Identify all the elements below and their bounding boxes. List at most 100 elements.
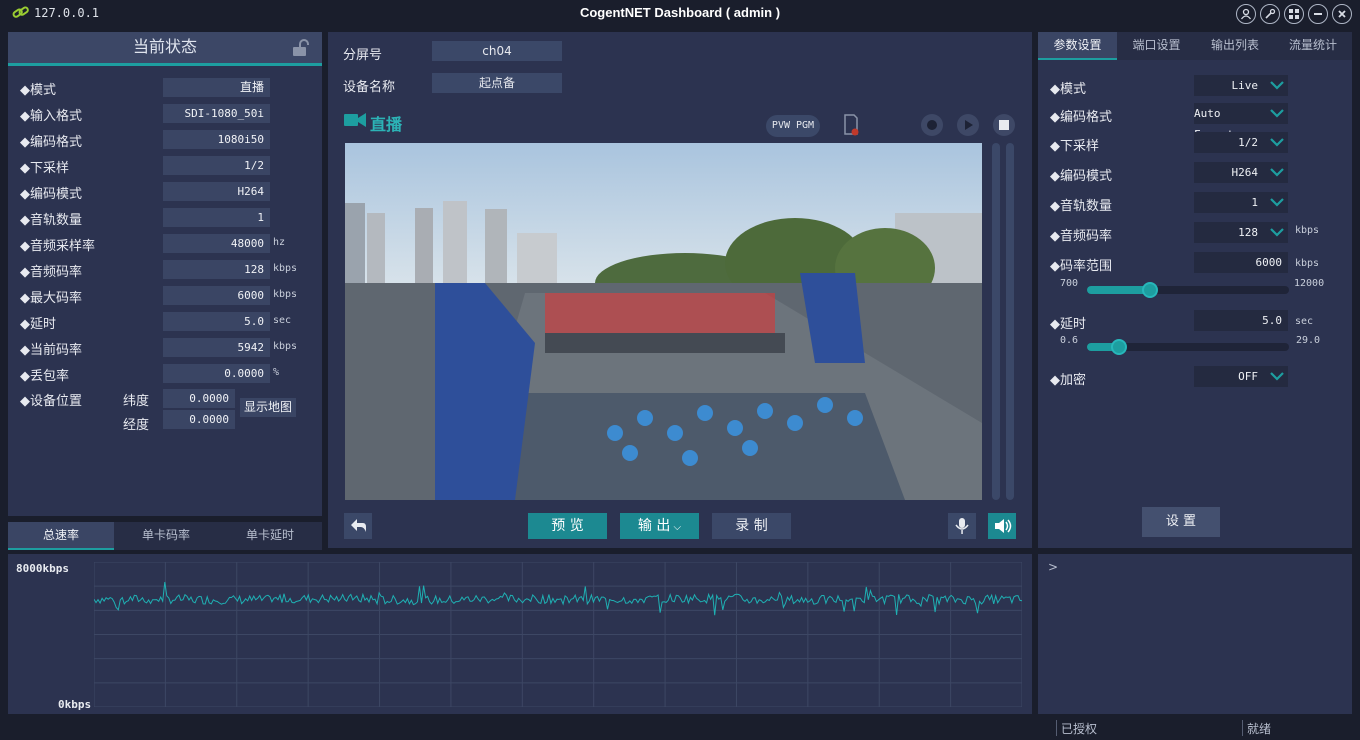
setting-select[interactable]: H264 <box>1194 162 1288 183</box>
setting-unit: kbps <box>1295 225 1320 236</box>
status-label: ◆音频码率 <box>20 265 82 280</box>
pgm-label: PGM <box>796 120 815 131</box>
output-button[interactable]: 输 出 ⌵ <box>620 513 699 539</box>
delay-input[interactable]: 5.0 <box>1194 310 1288 331</box>
status-label: ◆编码模式 <box>20 187 82 202</box>
preview-button[interactable]: 预 览 <box>528 513 607 539</box>
chevron-down-icon <box>1270 109 1284 118</box>
device-name-value: 起点备 <box>432 73 562 93</box>
show-map-button[interactable]: 显示地图 <box>240 398 296 417</box>
unlock-icon[interactable] <box>290 38 310 58</box>
chart-y-max-label: 8000kbps <box>16 562 69 575</box>
tab-ports[interactable]: 端口设置 <box>1117 32 1196 60</box>
setting-value: Live <box>1231 79 1259 92</box>
setting-label: ◆编码格式 <box>1050 110 1112 125</box>
grid-icon[interactable] <box>1284 4 1304 24</box>
latitude-label: 纬度 <box>123 394 150 409</box>
status-value: 5.0 <box>163 312 270 331</box>
setting-select[interactable]: Auto Format <box>1194 103 1288 141</box>
latitude-value: 0.0000 <box>163 389 235 408</box>
status-value: 0.0000 <box>163 364 270 383</box>
status-value: 48000 <box>163 234 270 253</box>
status-label: ◆最大码率 <box>20 291 82 306</box>
status-label: ◆音频采样率 <box>20 239 95 254</box>
bitrate-input[interactable]: 6000 <box>1194 252 1288 273</box>
window-title: CogentNET Dashboard ( admin ) <box>579 5 781 20</box>
chevron-down-icon <box>1270 372 1284 381</box>
record-icon[interactable] <box>921 114 943 136</box>
chart-tabs: 总速率 单卡码率 单卡延时 <box>8 522 322 550</box>
setting-select[interactable]: Live <box>1194 75 1288 96</box>
close-icon[interactable] <box>1332 4 1352 24</box>
delay-label: ◆延时 <box>1050 317 1086 332</box>
status-value: 128 <box>163 260 270 279</box>
setting-select[interactable]: 128 <box>1194 222 1288 243</box>
longitude-value: 0.0000 <box>163 410 235 429</box>
bitrate-slider-handle[interactable] <box>1141 282 1158 298</box>
status-unit: kbps <box>273 263 298 274</box>
delay-unit: sec <box>1295 316 1314 327</box>
setting-select[interactable]: 1/2 <box>1194 132 1288 153</box>
sd-card-icon[interactable] <box>842 114 860 136</box>
tab-card-delay[interactable]: 单卡延时 <box>218 522 322 550</box>
status-unit: % <box>273 367 280 378</box>
setting-value: H264 <box>1231 166 1259 179</box>
video-preview[interactable] <box>345 143 982 500</box>
setting-value: 1/2 <box>1238 136 1258 149</box>
bitrate-range-label: ◆码率范围 <box>1050 259 1112 274</box>
bitrate-chart-panel: 8000kbps 0kbps <box>8 554 1032 714</box>
minimize-icon[interactable] <box>1308 4 1328 24</box>
status-unit: kbps <box>273 289 298 300</box>
longitude-label: 经度 <box>123 418 150 433</box>
apply-settings-button[interactable]: 设 置 <box>1142 507 1220 537</box>
status-label: ◆编码格式 <box>20 135 82 150</box>
chevron-down-icon: ⌵ <box>670 522 682 533</box>
setting-select[interactable]: 1 <box>1194 192 1288 213</box>
delay-slider[interactable] <box>1087 339 1289 355</box>
back-button[interactable] <box>344 513 372 539</box>
setting-label: ◆音轨数量 <box>1050 199 1112 214</box>
record-button[interactable]: 录 制 <box>712 513 791 539</box>
status-title: 当前状态 <box>132 37 197 56</box>
status-label: ◆音轨数量 <box>20 213 82 228</box>
setting-label: ◆编码模式 <box>1050 169 1112 184</box>
bitrate-unit: kbps <box>1295 258 1320 269</box>
status-value: SDI-1080_50i <box>163 104 270 123</box>
license-status: 已授权 <box>1056 720 1097 736</box>
speaker-icon[interactable] <box>988 513 1016 539</box>
location-label: ◆设备位置 <box>20 394 82 409</box>
play-icon[interactable] <box>957 114 979 136</box>
tab-output-list[interactable]: 输出列表 <box>1196 32 1274 60</box>
bitrate-min: 700 <box>1060 278 1079 289</box>
microphone-icon[interactable] <box>948 513 976 539</box>
log-prompt: > <box>1048 560 1059 574</box>
pvw-pgm-toggle[interactable]: PVW PGM <box>766 115 820 137</box>
status-label: ◆输入格式 <box>20 109 82 124</box>
live-label: 直播 <box>370 115 403 134</box>
encrypt-value: OFF <box>1238 370 1258 383</box>
stop-icon[interactable] <box>993 114 1015 136</box>
title-bar: 127.0.0.1 CogentNET Dashboard ( admin ) <box>0 0 1360 28</box>
tab-traffic[interactable]: 流量统计 <box>1274 32 1352 60</box>
tab-total-rate[interactable]: 总速率 <box>8 522 114 550</box>
wrench-icon[interactable] <box>1260 4 1280 24</box>
encrypt-label: ◆加密 <box>1050 373 1086 388</box>
chart-y-min-label: 0kbps <box>58 698 92 711</box>
delay-max: 29.0 <box>1296 335 1321 346</box>
status-value: 直播 <box>163 78 270 97</box>
encrypt-select[interactable]: OFF <box>1194 366 1288 387</box>
bitrate-line-chart <box>94 562 1022 707</box>
audio-level-right <box>1006 143 1014 500</box>
video-camera-icon <box>344 112 366 128</box>
tab-card-bitrate[interactable]: 单卡码率 <box>114 522 218 550</box>
bitrate-slider[interactable] <box>1087 282 1289 298</box>
status-value: 1 <box>163 208 270 227</box>
chevron-down-icon <box>1270 198 1284 207</box>
status-unit: kbps <box>273 341 298 352</box>
status-label: ◆当前码率 <box>20 343 82 358</box>
status-label: ◆延时 <box>20 317 56 332</box>
tab-params[interactable]: 参数设置 <box>1038 32 1117 60</box>
delay-min: 0.6 <box>1060 335 1079 346</box>
pvw-label: PVW <box>771 120 790 131</box>
user-icon[interactable] <box>1236 4 1256 24</box>
